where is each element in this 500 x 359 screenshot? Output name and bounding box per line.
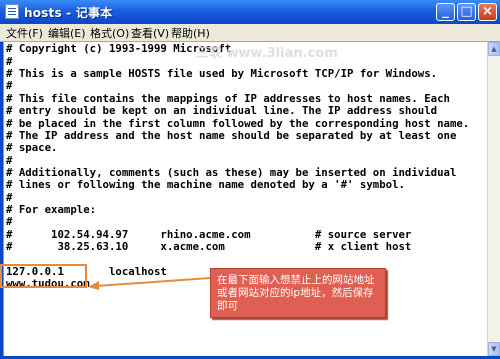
scroll-down-button[interactable]: ▼ bbox=[488, 342, 500, 356]
vertical-scrollbar[interactable]: ▲ ▼ bbox=[487, 42, 500, 356]
highlight-box bbox=[0, 264, 87, 288]
menu-edit[interactable]: 编辑(E) bbox=[48, 25, 86, 41]
menu-bar: 文件(F) 编辑(E) 格式(O) 查看(V) 帮助(H) bbox=[0, 24, 500, 42]
text-line: # 38.25.63.10 x.acme.com # x client host bbox=[6, 240, 412, 253]
text-line: # space. bbox=[6, 141, 58, 154]
notepad-icon bbox=[5, 4, 19, 19]
text-line: # entry should be kept on an individual … bbox=[6, 104, 438, 117]
text-line: # The IP address and the host name shoul… bbox=[6, 129, 457, 142]
menu-format[interactable]: 格式(O) bbox=[90, 25, 129, 41]
minimize-button[interactable]: _ bbox=[436, 3, 455, 21]
text-line: # For example: bbox=[6, 203, 97, 216]
arrow-graphic bbox=[88, 277, 211, 290]
callout-text: 在最下面输入想禁止上的网站地址或者网站对应的ip地址，然后保存即可 bbox=[217, 274, 375, 312]
menu-help[interactable]: 帮助(H) bbox=[171, 25, 210, 41]
watermark: 三联 www.3lian.com bbox=[196, 46, 338, 61]
menu-view[interactable]: 查看(V) bbox=[131, 25, 169, 41]
window-title: hosts - 记事本 bbox=[24, 6, 113, 20]
close-button[interactable]: × bbox=[478, 3, 497, 21]
maximize-button[interactable]: □ bbox=[457, 3, 476, 21]
menu-file[interactable]: 文件(F) bbox=[6, 25, 43, 41]
scroll-up-button[interactable]: ▲ bbox=[488, 42, 500, 56]
text-line: # This is a sample HOSTS file used by Mi… bbox=[6, 67, 438, 80]
text-line: # lines or following the machine name de… bbox=[6, 178, 405, 191]
text-line: # bbox=[6, 215, 13, 228]
title-bar[interactable]: hosts - 记事本 _ □ × bbox=[0, 0, 500, 24]
instruction-callout: 在最下面输入想禁止上的网站地址或者网站对应的ip地址，然后保存即可 bbox=[210, 268, 386, 318]
text-line: # bbox=[6, 79, 13, 92]
